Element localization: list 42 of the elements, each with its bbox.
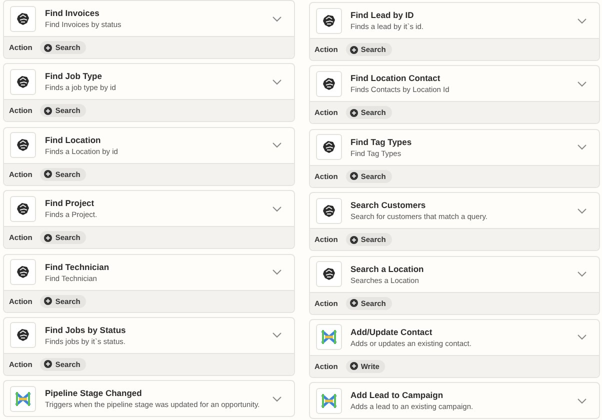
- app-logo-icon: [316, 388, 342, 414]
- chevron-down-icon[interactable]: [577, 80, 587, 87]
- chevron-down-icon[interactable]: [577, 334, 587, 340]
- card-title: Find Job Type: [45, 71, 103, 82]
- app-logo-icon: [316, 324, 342, 350]
- chevron-down-icon[interactable]: [577, 208, 587, 214]
- app-logo-icon: [10, 196, 36, 222]
- card-title: Find Jobs by Status: [45, 324, 127, 335]
- chevron-down-icon[interactable]: [272, 332, 282, 338]
- chevron-down-icon[interactable]: [272, 142, 282, 148]
- chevron-down-icon[interactable]: [577, 398, 587, 404]
- card-title: Find Technician: [45, 262, 110, 272]
- app-logo-icon: [316, 70, 342, 97]
- chevron-down-icon[interactable]: [577, 18, 587, 24]
- chevron-down-icon[interactable]: [272, 396, 282, 402]
- card-title: Find Tag Types: [350, 136, 413, 147]
- chevron-down-icon[interactable]: [577, 271, 587, 278]
- app-logo-icon: [10, 68, 36, 95]
- card-title: Add/Update Contact: [350, 326, 434, 337]
- card-title: Search a Location: [350, 264, 425, 274]
- chevron-down-icon[interactable]: [272, 269, 282, 276]
- app-logo-icon: [10, 259, 36, 286]
- card-title: Find Location: [45, 134, 102, 145]
- app-logo-icon: [10, 386, 36, 412]
- app-logo-icon: [316, 198, 342, 224]
- card-title: Pipeline Stage Changed: [45, 388, 143, 398]
- app-logo-icon: [10, 6, 36, 32]
- card-title: Find Location Contact: [350, 73, 442, 84]
- card-title: Find Invoices: [45, 8, 100, 18]
- app-logo-icon: [316, 134, 342, 160]
- card-title: Search Customers: [350, 200, 427, 210]
- app-logo-icon: [316, 261, 342, 288]
- app-logo-icon: [10, 132, 36, 158]
- card-title: Find Lead by ID: [350, 10, 415, 20]
- chevron-down-icon[interactable]: [272, 16, 282, 22]
- app-logo-icon: [10, 322, 36, 348]
- chevron-down-icon[interactable]: [577, 144, 587, 150]
- chevron-down-icon[interactable]: [272, 78, 282, 85]
- card-title: Find Project: [45, 198, 96, 208]
- app-logo-icon: [316, 8, 342, 34]
- card-title: Add Lead to Campaign: [350, 390, 444, 400]
- chevron-down-icon[interactable]: [272, 206, 282, 212]
